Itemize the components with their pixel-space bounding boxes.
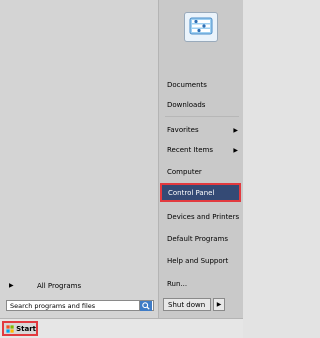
control-panel-icon — [189, 17, 213, 35]
menu-item-label: Help and Support — [167, 257, 229, 265]
arrow-right-icon: ▶ — [233, 126, 238, 134]
menu-item-run[interactable]: Run... — [159, 275, 243, 293]
shutdown-button[interactable]: Shut down — [163, 298, 211, 311]
menu-item-favorites[interactable]: Favorites ▶ — [159, 121, 243, 139]
menu-item-help-and-support[interactable]: Help and Support — [159, 252, 243, 270]
all-programs-item[interactable]: ▶ All Programs — [3, 279, 155, 292]
all-programs-label: All Programs — [37, 281, 82, 290]
menu-item-documents[interactable]: Documents — [159, 76, 243, 94]
program-list — [3, 3, 155, 273]
menu-item-label: Documents — [167, 81, 207, 89]
menu-item-label: Recent Items — [167, 146, 213, 154]
start-button[interactable]: Start — [2, 321, 38, 336]
menu-item-recent-items[interactable]: Recent Items ▶ — [159, 141, 243, 159]
shutdown-label: Shut down — [168, 300, 206, 309]
menu-item-label: Computer — [167, 168, 202, 176]
arrow-right-icon: ▶ — [216, 301, 222, 308]
arrow-right-icon: ▶ — [233, 146, 238, 154]
left-pane: ▶ All Programs Search programs and files — [0, 0, 158, 318]
menu-item-label: Default Programs — [167, 235, 228, 243]
search-input[interactable]: Search programs and files — [6, 300, 154, 311]
divider — [165, 116, 239, 117]
arrow-right-icon: ▶ — [9, 282, 14, 289]
shutdown-options-button[interactable]: ▶ — [213, 298, 225, 311]
windows-logo-icon — [6, 324, 14, 333]
menu-item-control-panel[interactable]: Control Panel — [160, 183, 241, 202]
menu-item-computer[interactable]: Computer — [159, 163, 243, 181]
menu-item-default-programs[interactable]: Default Programs — [159, 230, 243, 248]
start-label: Start — [16, 324, 36, 333]
control-panel-picture — [184, 12, 218, 42]
taskbar: Start — [0, 318, 243, 338]
right-pane: Documents Downloads Favorites ▶ Recent I… — [158, 0, 243, 318]
search-icon — [142, 302, 150, 310]
menu-item-label: Run... — [167, 280, 188, 288]
search-placeholder: Search programs and files — [10, 301, 96, 310]
menu-item-devices-and-printers[interactable]: Devices and Printers — [159, 208, 243, 226]
menu-item-label: Control Panel — [168, 188, 215, 197]
menu-item-label: Favorites — [167, 126, 199, 134]
menu-item-label: Devices and Printers — [167, 213, 240, 221]
menu-item-downloads[interactable]: Downloads — [159, 96, 243, 114]
menu-item-label: Downloads — [167, 101, 206, 109]
search-button[interactable] — [139, 301, 152, 311]
start-menu: ▶ All Programs Search programs and files — [0, 0, 243, 318]
